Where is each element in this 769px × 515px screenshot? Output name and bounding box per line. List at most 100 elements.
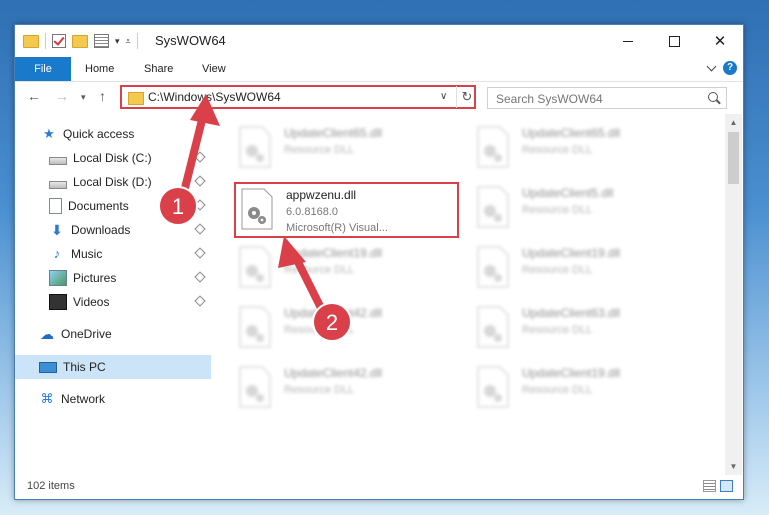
- navigation-pane: ★ Quick access Local Disk (C:) Local Dis…: [15, 114, 211, 475]
- dll-file-icon: [477, 366, 509, 408]
- nav-label: Downloads: [71, 223, 131, 237]
- nav-label: Local Disk (C:): [73, 151, 152, 165]
- dll-file-icon: [477, 306, 509, 348]
- nav-item-onedrive[interactable]: ☁ OneDrive: [15, 322, 211, 346]
- nav-item-this-pc[interactable]: This PC: [15, 355, 211, 379]
- close-button[interactable]: ✕: [697, 25, 743, 57]
- file-item[interactable]: UpdateClient19.dll Resource DLL: [234, 242, 459, 298]
- file-item[interactable]: UpdateClient63.dll Resource DLL: [472, 302, 697, 358]
- up-arrow-icon[interactable]: ↑: [99, 88, 106, 104]
- documents-icon: [49, 198, 62, 214]
- forward-arrow-icon[interactable]: →: [55, 88, 69, 104]
- search-input[interactable]: [494, 90, 698, 108]
- file-type: Resource DLL: [284, 384, 355, 396]
- nav-item-videos[interactable]: Videos: [15, 290, 211, 314]
- file-name: UpdateClient5.dll: [522, 186, 614, 200]
- nav-item-pictures[interactable]: Pictures: [15, 266, 211, 290]
- properties-check-icon[interactable]: [52, 34, 66, 48]
- expand-ribbon-icon[interactable]: [706, 61, 717, 72]
- address-bar[interactable]: C:\Windows\SysWOW64 ∨ ↻: [120, 85, 476, 109]
- file-list: UpdateClient65.dll Resource DLL UpdateCl…: [212, 114, 725, 475]
- file-item[interactable]: UpdateClient42.dll Resource DLL: [234, 302, 459, 358]
- dll-file-icon: [239, 126, 271, 168]
- help-icon[interactable]: ?: [723, 61, 737, 75]
- downloads-icon: ⬇: [51, 222, 63, 238]
- nav-item-music[interactable]: ♪ Music: [15, 242, 211, 266]
- nav-label: Local Disk (D:): [73, 175, 152, 189]
- tab-file[interactable]: File: [15, 57, 71, 81]
- music-icon: ♪: [53, 246, 61, 261]
- customize-dropdown-icon[interactable]: ▾: [115, 36, 120, 47]
- pin-icon[interactable]: [194, 175, 206, 187]
- dll-file-icon: [477, 186, 509, 228]
- nav-item-local-disk-c[interactable]: Local Disk (C:): [15, 146, 211, 170]
- dll-file-icon: [477, 246, 509, 288]
- file-item[interactable]: UpdateClient19.dll Resource DLL: [472, 362, 697, 418]
- file-type: Resource DLL: [284, 264, 355, 276]
- pin-icon[interactable]: [194, 151, 206, 163]
- title-bar: ▾ ⩡ SysWOW64 ✕: [15, 25, 743, 57]
- quick-access-toolbar: ▾ ⩡: [23, 33, 138, 49]
- nav-item-documents[interactable]: Documents: [15, 194, 211, 218]
- file-name: UpdateClient19.dll: [284, 246, 383, 260]
- chevron-down-icon[interactable]: ∨: [440, 91, 447, 102]
- ribbon: File Home Share View ?: [15, 57, 743, 82]
- tiles-view-icon[interactable]: [720, 480, 733, 492]
- scroll-down-icon[interactable]: ▼: [725, 458, 742, 475]
- tab-share[interactable]: Share: [144, 57, 173, 81]
- pin-icon[interactable]: [194, 199, 206, 211]
- nav-label: Music: [71, 247, 103, 261]
- file-item[interactable]: UpdateClient19.dll Resource DLL: [472, 242, 697, 298]
- refresh-icon[interactable]: ↻: [456, 86, 477, 108]
- address-path[interactable]: C:\Windows\SysWOW64: [148, 90, 281, 104]
- minimize-button[interactable]: [605, 25, 651, 57]
- nav-item-quick-access[interactable]: ★ Quick access: [15, 122, 211, 146]
- folder-icon: [128, 92, 144, 105]
- customize-icon[interactable]: [94, 34, 109, 48]
- status-bar: 102 items: [15, 475, 743, 499]
- file-item[interactable]: UpdateClient5.dll Resource DLL: [472, 182, 697, 238]
- search-icon[interactable]: [708, 92, 718, 102]
- tab-view[interactable]: View: [202, 57, 226, 81]
- pin-icon[interactable]: [194, 271, 206, 283]
- pin-icon[interactable]: [194, 247, 206, 259]
- scroll-up-icon[interactable]: ▲: [725, 114, 742, 131]
- network-icon: ⌘: [40, 391, 54, 406]
- scroll-thumb[interactable]: [728, 132, 739, 184]
- nav-label: Documents: [68, 199, 129, 213]
- close-icon: ✕: [713, 33, 727, 50]
- details-view-icon[interactable]: [703, 480, 716, 492]
- file-company: Microsoft(R) Visual...: [286, 222, 388, 234]
- maximize-button[interactable]: [651, 25, 697, 57]
- pin-icon[interactable]: [194, 223, 206, 235]
- file-name: UpdateClient19.dll: [522, 246, 621, 260]
- recent-locations-icon[interactable]: ▾: [81, 92, 86, 103]
- file-type: Resource DLL: [284, 144, 355, 156]
- file-item[interactable]: UpdateClient65.dll Resource DLL: [234, 122, 459, 178]
- dll-file-icon: [477, 126, 509, 168]
- file-type: Resource DLL: [522, 384, 593, 396]
- back-arrow-icon[interactable]: ←: [27, 88, 41, 104]
- nav-label: Network: [61, 392, 106, 406]
- file-type: Resource DLL: [522, 144, 593, 156]
- new-folder-icon[interactable]: [72, 34, 88, 48]
- explorer-window: ▾ ⩡ SysWOW64 ✕ File Home Share View ? ← …: [14, 24, 744, 500]
- vertical-scrollbar[interactable]: ▲ ▼: [725, 114, 742, 475]
- file-item[interactable]: UpdateClient65.dll Resource DLL: [472, 122, 697, 178]
- nav-item-local-disk-d[interactable]: Local Disk (D:): [15, 170, 211, 194]
- file-item[interactable]: UpdateClient42.dll Resource DLL: [234, 362, 459, 418]
- file-name: UpdateClient65.dll: [284, 126, 383, 140]
- file-name: UpdateClient42.dll: [284, 306, 383, 320]
- pin-icon[interactable]: [194, 295, 206, 307]
- pc-icon: [39, 361, 57, 373]
- file-name: UpdateClient19.dll: [522, 366, 621, 380]
- search-box[interactable]: [487, 87, 727, 109]
- nav-item-downloads[interactable]: ⬇ Downloads: [15, 218, 211, 242]
- file-item-appwzenu[interactable]: appwzenu.dll 6.0.8168.0 Microsoft(R) Vis…: [234, 182, 459, 238]
- file-type: Resource DLL: [522, 204, 593, 216]
- onedrive-icon: ☁: [40, 326, 54, 342]
- tab-home[interactable]: Home: [85, 57, 114, 81]
- qat-menu-icon[interactable]: ⩡: [126, 36, 131, 47]
- nav-label: Pictures: [73, 271, 117, 285]
- nav-item-network[interactable]: ⌘ Network: [15, 387, 211, 411]
